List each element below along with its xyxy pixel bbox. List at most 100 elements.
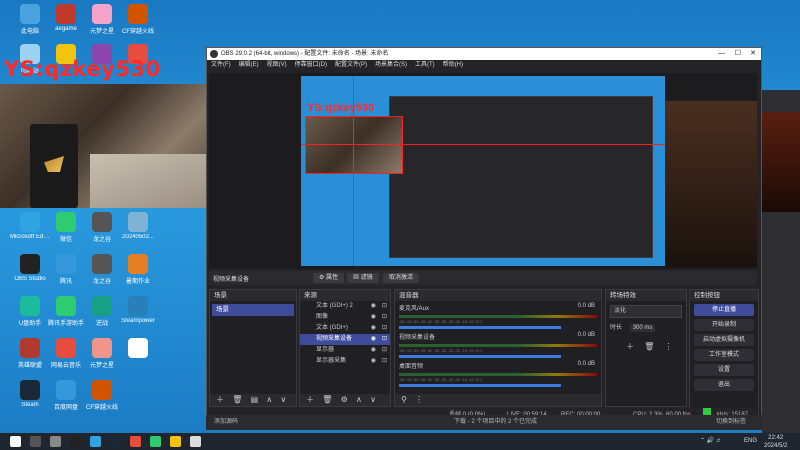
source-item[interactable]: 文本 (GDI+) 2 ◉ ⊡ bbox=[300, 301, 390, 312]
more-options-icon[interactable]: ⋮ bbox=[415, 395, 423, 404]
scene-filter-button[interactable]: ▤ bbox=[251, 395, 259, 404]
desktop-icon[interactable]: 龙之谷 bbox=[82, 212, 122, 243]
file-icon[interactable] bbox=[190, 436, 201, 447]
search-icon[interactable] bbox=[30, 436, 41, 447]
menu-item[interactable]: 配置文件(P) bbox=[335, 62, 367, 68]
desktop-icon[interactable]: OBS Studio bbox=[10, 254, 50, 282]
wechat-icon[interactable] bbox=[150, 436, 161, 447]
desktop-icon[interactable]: 微信 bbox=[46, 212, 86, 243]
minimize-button[interactable]: — bbox=[718, 48, 725, 60]
move-up-button[interactable]: ∧ bbox=[266, 395, 272, 404]
add-source-hint[interactable]: 添加源码 bbox=[214, 415, 238, 430]
desktop-icon[interactable]: CF穿越火线 bbox=[82, 380, 122, 411]
switch-tab-hint[interactable]: 切换到标签 bbox=[716, 415, 746, 430]
menu-item[interactable]: 工具(T) bbox=[415, 62, 435, 68]
visibility-eye-icon[interactable]: ◉ bbox=[371, 334, 376, 345]
lock-icon[interactable]: ⊡ bbox=[382, 334, 387, 345]
desktop-icon[interactable]: 龙之谷 bbox=[82, 254, 122, 285]
lock-icon[interactable]: ⊡ bbox=[382, 356, 387, 367]
control-button[interactable]: 停止直播 bbox=[694, 304, 754, 316]
source-item[interactable]: 显示器采集 ◉ ⊡ bbox=[300, 356, 390, 367]
explorer-icon[interactable] bbox=[170, 436, 181, 447]
desktop-icon[interactable]: 元梦之星 bbox=[82, 338, 122, 369]
obs-icon[interactable] bbox=[70, 436, 81, 447]
duration-input[interactable]: 300 ms bbox=[629, 324, 656, 332]
volume-slider[interactable] bbox=[399, 384, 562, 387]
properties-button[interactable]: ⚙ 属性 bbox=[313, 273, 345, 283]
tray-icons[interactable]: ⌃ 🔊 ♬ bbox=[700, 433, 722, 450]
source-item[interactable]: 文本 (GDI+) ◉ ⊡ bbox=[300, 323, 390, 334]
source-item[interactable]: 显示器 ◉ ⊡ bbox=[300, 345, 390, 356]
menu-item[interactable]: 视图(V) bbox=[267, 62, 287, 68]
windows-start-icon[interactable] bbox=[10, 436, 21, 447]
deactivate-button[interactable]: 取消激活 bbox=[383, 273, 420, 283]
desktop-icon[interactable]: Microsoft Edge bbox=[10, 212, 50, 240]
volume-slider[interactable] bbox=[399, 355, 562, 358]
netease-icon[interactable] bbox=[130, 436, 141, 447]
visibility-eye-icon[interactable]: ◉ bbox=[371, 323, 376, 334]
transition-menu-button[interactable]: ⋮ bbox=[665, 342, 673, 351]
desktop-icon[interactable]: 百度网盘 bbox=[46, 380, 86, 411]
add-source-button[interactable]: ＋ bbox=[306, 395, 314, 404]
preview-canvas[interactable]: YS:qzkey530 bbox=[301, 76, 665, 266]
edge-icon[interactable] bbox=[90, 436, 101, 447]
source-settings-button[interactable]: ⚙ bbox=[341, 395, 348, 404]
control-button[interactable]: 工作室模式 bbox=[694, 349, 754, 361]
task-view-icon[interactable] bbox=[50, 436, 61, 447]
control-button[interactable]: 启动虚拟摄像机 bbox=[694, 334, 754, 346]
desktop-icon[interactable]: CF穿越火线 bbox=[118, 4, 158, 35]
desktop-icon[interactable]: aegame bbox=[46, 4, 86, 32]
desktop-icon[interactable] bbox=[118, 338, 158, 360]
control-button[interactable]: 退出 bbox=[694, 379, 754, 391]
remove-transition-button[interactable]: 🗑 bbox=[644, 342, 654, 351]
desktop-icon[interactable]: 20240502... bbox=[118, 212, 158, 240]
move-up-button[interactable]: ∧ bbox=[356, 395, 362, 404]
close-button[interactable]: ✕ bbox=[750, 48, 756, 60]
transition-select[interactable]: 淡化 bbox=[610, 305, 682, 318]
desktop-icon[interactable]: 暑期作业 bbox=[118, 254, 158, 285]
control-button[interactable]: 开始录制 bbox=[694, 319, 754, 331]
volume-slider[interactable] bbox=[399, 326, 562, 329]
lock-icon[interactable]: ⊡ bbox=[382, 345, 387, 356]
desktop-icon[interactable]: Steampower bbox=[118, 296, 158, 324]
desktop-icon[interactable]: 英雄联盟 bbox=[10, 338, 50, 369]
visibility-eye-icon[interactable]: ◉ bbox=[371, 356, 376, 367]
desktop-icon[interactable]: 腾讯 bbox=[46, 254, 86, 285]
control-button[interactable]: 设置 bbox=[694, 364, 754, 376]
move-down-button[interactable]: ∨ bbox=[370, 395, 376, 404]
link-icon[interactable]: ⚲ bbox=[401, 395, 407, 404]
remove-scene-button[interactable]: 🗑 bbox=[232, 395, 242, 404]
preview-area[interactable]: YS:qzkey530 bbox=[209, 73, 757, 269]
desktop-icon[interactable]: 元梦之星 bbox=[82, 4, 122, 35]
maximize-button[interactable]: ☐ bbox=[735, 48, 741, 60]
steam-icon[interactable] bbox=[110, 436, 121, 447]
lock-icon[interactable]: ⊡ bbox=[382, 312, 387, 323]
desktop-icon[interactable]: 腾讯手游助手 bbox=[46, 296, 86, 327]
menu-item[interactable]: 帮助(H) bbox=[443, 62, 463, 68]
desktop-icon[interactable]: U盘助手 bbox=[10, 296, 50, 327]
menu-item[interactable]: 场景集合(S) bbox=[375, 62, 407, 68]
desktop-icon[interactable]: 此电脑 bbox=[10, 4, 50, 35]
filters-button[interactable]: ▦ 滤镜 bbox=[347, 273, 379, 283]
menu-item[interactable]: 文件(F) bbox=[211, 62, 231, 68]
add-scene-button[interactable]: ＋ bbox=[216, 395, 224, 404]
scene-item[interactable]: 场景 bbox=[212, 304, 294, 316]
visibility-eye-icon[interactable]: ◉ bbox=[371, 312, 376, 323]
menu-item[interactable]: 停靠窗口(D) bbox=[295, 62, 327, 68]
desktop-icon[interactable]: 逆战 bbox=[82, 296, 122, 327]
desktop-icon[interactable]: 网易云音乐 bbox=[46, 338, 86, 369]
desktop-icon[interactable]: Steam bbox=[10, 380, 50, 408]
tray-lang[interactable]: ENG bbox=[744, 433, 757, 450]
move-down-button[interactable]: ∨ bbox=[281, 395, 287, 404]
visibility-eye-icon[interactable]: ◉ bbox=[371, 301, 376, 312]
source-item[interactable]: 图像 ◉ ⊡ bbox=[300, 312, 390, 323]
preview-webcam-source[interactable] bbox=[305, 116, 403, 174]
source-item[interactable]: 视频采集设备 ◉ ⊡ bbox=[300, 334, 390, 345]
tray-clock[interactable]: 22:42 2024/5/2 bbox=[764, 434, 787, 450]
visibility-eye-icon[interactable]: ◉ bbox=[371, 345, 376, 356]
menu-item[interactable]: 编辑(E) bbox=[239, 62, 259, 68]
lock-icon[interactable]: ⊡ bbox=[382, 323, 387, 334]
add-transition-button[interactable]: ＋ bbox=[626, 342, 634, 351]
remove-source-button[interactable]: 🗑 bbox=[322, 395, 332, 404]
lock-icon[interactable]: ⊡ bbox=[382, 301, 387, 312]
